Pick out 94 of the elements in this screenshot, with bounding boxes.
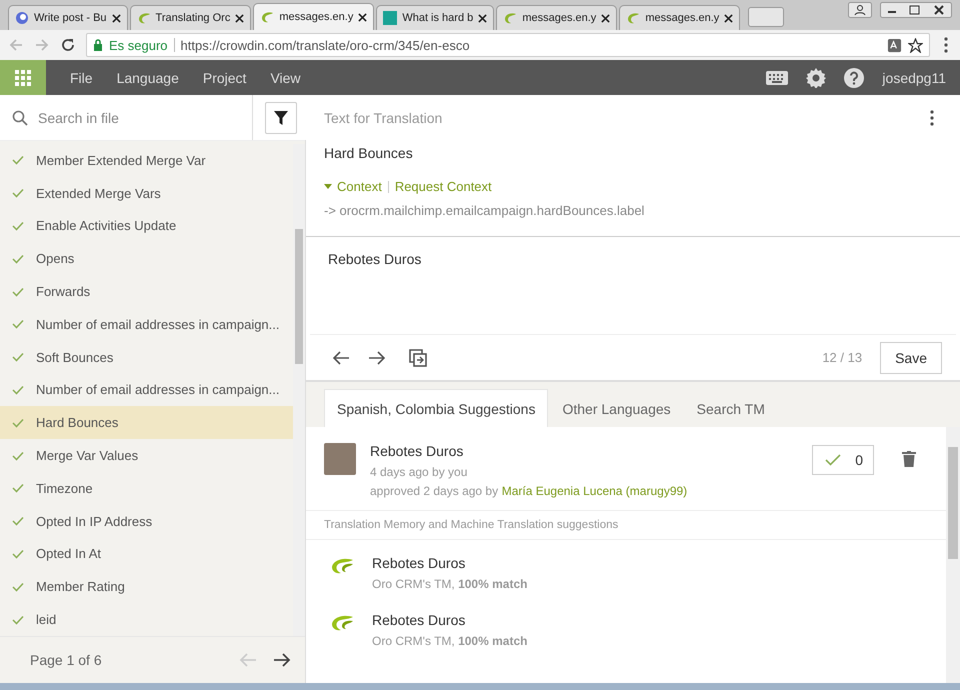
next-page-arrow-icon[interactable] (273, 652, 291, 668)
url-text: https://crowdin.com/translate/oro-crm/345/en-esco (180, 38, 470, 52)
close-icon[interactable] (601, 14, 610, 22)
string-list-item[interactable]: Opted In At (0, 538, 293, 570)
save-button[interactable]: Save (880, 342, 942, 374)
string-list-item[interactable]: Merge Var Values (0, 439, 293, 472)
suggestion-meta: 4 days ago by you (370, 465, 468, 479)
section-heading: Translation Memory and Machine Translation suggestions (306, 511, 946, 540)
browser-tab[interactable]: messages.en.y (619, 5, 740, 30)
close-icon[interactable] (235, 14, 244, 22)
string-list-item[interactable]: Hard Bounces (0, 406, 293, 440)
trash-icon[interactable] (902, 451, 916, 467)
suggestion-text: Rebotes Duros (372, 612, 466, 628)
suggestion-text: Rebotes Duros (370, 443, 464, 459)
help-icon[interactable] (844, 68, 864, 88)
keyboard-icon[interactable] (766, 70, 788, 84)
string-list-item[interactable]: leid (0, 603, 293, 636)
tab-title: What is hard b (402, 12, 474, 24)
scrollbar[interactable] (946, 427, 960, 683)
window-controls-drawing[interactable] (880, 2, 952, 18)
tab-title: Translating Orc (156, 12, 230, 24)
settings-icon[interactable] (806, 68, 826, 88)
tab-title: messages.en.y (645, 12, 720, 24)
string-list-item[interactable]: Number of email addresses in campaign... (0, 374, 293, 406)
string-list-item[interactable]: Forwards (0, 275, 293, 308)
swirl-icon (260, 10, 274, 24)
translation-field[interactable]: Rebotes Duros (310, 237, 956, 335)
search-icon (12, 110, 28, 126)
menu-item[interactable]: Language (116, 70, 179, 86)
browser-tab[interactable]: What is hard b (376, 5, 494, 30)
square-icon (383, 11, 398, 25)
close-icon[interactable] (112, 14, 121, 22)
suggestion-text: Rebotes Duros (372, 555, 466, 571)
right-arrow-icon[interactable] (368, 350, 386, 366)
more-icon[interactable] (944, 37, 948, 53)
menu-item[interactable]: File (70, 70, 93, 86)
filter-icon (273, 110, 289, 126)
tab-title: messages.en.y (522, 12, 596, 24)
suggestions-tab[interactable]: Spanish, Colombia Suggestions (324, 389, 548, 427)
caret-icon (324, 184, 332, 190)
left-arrow-icon[interactable] (332, 350, 350, 366)
string-list-item[interactable]: Opens (0, 242, 293, 276)
panel-title: Text for Translation (324, 110, 444, 126)
string-list-item[interactable]: Extended Merge Vars (0, 176, 293, 210)
swirl-icon (626, 11, 640, 25)
browser-tab[interactable]: Translating Orc (130, 5, 252, 30)
close-icon[interactable] (358, 12, 368, 22)
swirl-icon (136, 11, 151, 25)
tab-title: Write post - Bu (34, 12, 107, 24)
grid-icon (15, 70, 31, 86)
username[interactable]: josedpg11 (882, 70, 946, 86)
browser-tab[interactable]: messages.en.y (253, 3, 374, 30)
suggestions-tab[interactable]: Search TM (684, 390, 777, 427)
swirl-icon (503, 11, 518, 25)
lock-icon (93, 39, 103, 51)
vote-button[interactable]: 0 (812, 445, 874, 475)
string-list-item[interactable]: Opted In IP Address (0, 504, 293, 538)
address-bar[interactable]: Es seguro https://crowdin.com/translate/oro-crm/345/en-esco (86, 33, 930, 57)
page-indicator: Page 1 of 6 (30, 652, 102, 668)
reload-icon[interactable] (60, 37, 76, 53)
menu-item[interactable]: Project (202, 70, 246, 86)
swirl-icon (330, 557, 354, 575)
filter-button[interactable] (265, 102, 297, 134)
suggestions-tab[interactable]: Other Languages (550, 390, 683, 427)
copy-source-icon[interactable] (408, 348, 428, 368)
string-list-item[interactable]: Enable Activities Update (0, 210, 293, 242)
approval-text: approved 2 days ago by (370, 484, 498, 498)
menu-item[interactable]: View (270, 70, 301, 86)
source-text: Hard Bounces (324, 145, 414, 161)
string-counter: 12 / 13 (822, 350, 862, 365)
string-list-item[interactable]: Member Extended Merge Var (0, 144, 293, 177)
check-icon (825, 454, 842, 466)
browser-tab[interactable]: messages.en.y (496, 5, 618, 30)
string-list-item[interactable]: Soft Bounces (0, 340, 293, 374)
string-list-item[interactable]: Number of email addresses in campaign... (0, 308, 293, 341)
search-bar[interactable]: Search in file (0, 95, 252, 140)
globe-icon (15, 11, 29, 25)
secure-label: Es seguro (109, 38, 168, 52)
suggestion-source: Oro CRM's TM, 100% match (372, 634, 528, 648)
browser-tab[interactable]: Write post - Bu (8, 5, 128, 30)
user-icon[interactable] (848, 2, 872, 18)
avatar-placeholder (324, 443, 356, 475)
string-list-item[interactable]: Timezone (0, 472, 293, 505)
close-icon[interactable] (478, 14, 488, 22)
swirl-icon (330, 614, 354, 632)
star-icon[interactable] (908, 38, 923, 52)
translate-icon[interactable] (887, 38, 902, 52)
close-icon[interactable] (724, 14, 734, 22)
more-icon[interactable] (930, 110, 934, 126)
string-list-item[interactable]: Member Rating (0, 570, 293, 604)
string-key: -> orocrm.mailchimp.emailcampaign.hardBounces.label (324, 203, 942, 218)
search-field[interactable]: Search in file (36, 108, 240, 126)
suggestion-source: Oro CRM's TM, 100% match (372, 577, 528, 591)
tab-title: messages.en.y (279, 11, 354, 23)
